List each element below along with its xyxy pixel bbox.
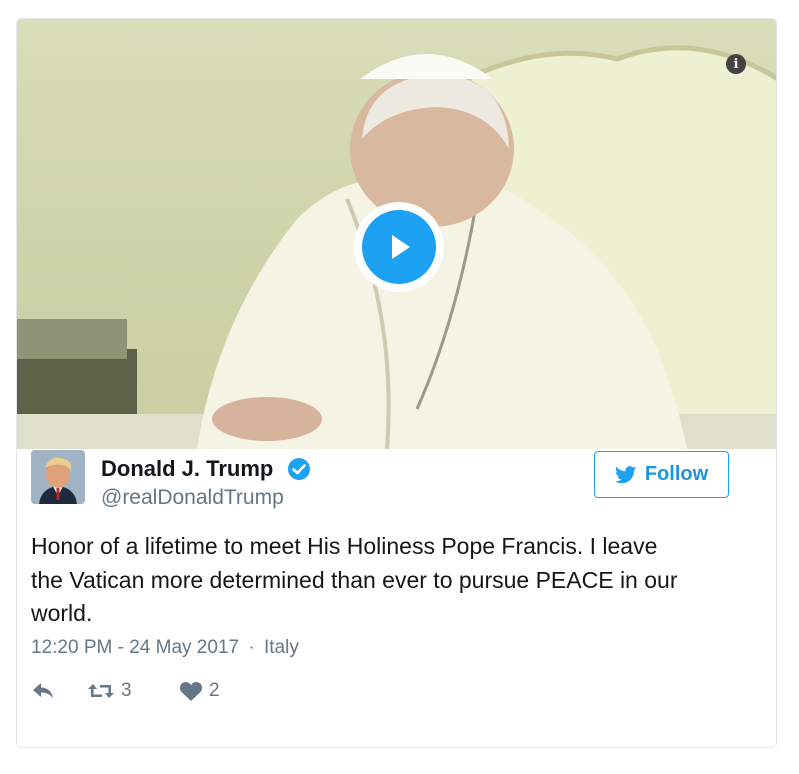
meta-dot: · <box>248 637 255 658</box>
play-button[interactable] <box>354 202 444 292</box>
like-count: 2 <box>209 680 220 701</box>
like-button[interactable]: 2 <box>179 680 220 702</box>
verified-badge-icon <box>288 458 310 480</box>
follow-label: Follow <box>644 463 709 485</box>
tweet-line: world. <box>31 600 93 626</box>
tweet-meta: 12:20 PM - 24 May 2017 · Italy <box>31 637 299 659</box>
play-icon <box>362 210 436 284</box>
video-player[interactable]: i <box>17 19 776 449</box>
avatar[interactable] <box>31 450 85 504</box>
follow-button[interactable]: Follow <box>594 451 729 498</box>
tweet-timestamp[interactable]: 12:20 PM - 24 May 2017 <box>31 637 239 658</box>
retweet-icon <box>88 684 114 698</box>
author-handle[interactable]: @realDonaldTrump <box>101 486 284 510</box>
retweet-button[interactable]: 3 <box>87 680 132 702</box>
retweet-count: 3 <box>121 680 132 701</box>
reply-button[interactable] <box>31 680 55 700</box>
author-name[interactable]: Donald J. Trump <box>101 456 273 482</box>
tweet-location[interactable]: Italy <box>264 637 299 658</box>
tweet-line: the Vatican more determined than ever to… <box>31 566 678 593</box>
tweet-text: Honor of a lifetime to meet His Holiness… <box>31 530 731 631</box>
info-icon[interactable]: i <box>726 54 746 74</box>
reply-icon <box>33 683 53 698</box>
tweet-line: Honor of a lifetime to meet His Holiness… <box>31 533 658 559</box>
twitter-bird-icon <box>614 465 637 483</box>
heart-icon <box>179 681 203 701</box>
tweet-actions: 3 2 <box>31 680 431 706</box>
